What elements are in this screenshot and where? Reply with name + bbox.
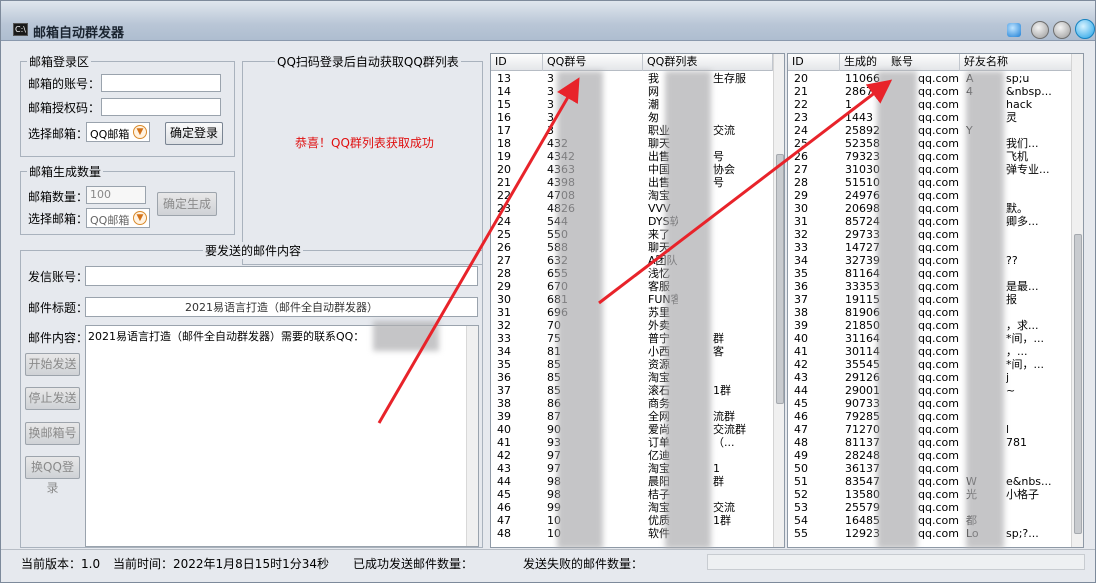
sent-count-text: 已成功发送邮件数量： (353, 557, 474, 571)
current-time-text: 当前时间：2022年1月8日15时1分34秒 (113, 557, 329, 571)
arrow-to-group-number (377, 77, 580, 424)
failed-count-text: 发送失败的邮件数量： (523, 557, 644, 571)
status-progress (707, 554, 1085, 570)
annotation-arrows (377, 77, 893, 424)
version-text: 当前版本：1.0 (21, 557, 101, 571)
status-bar: 当前版本：1.0 当前时间：2022年1月8日15时1分34秒 已成功发送邮件数… (1, 549, 1095, 574)
arrow-to-email-column (598, 79, 893, 305)
app-window: C:\ 邮箱自动群发器 邮箱登录区 邮箱的账号： 邮箱授权码： 选择邮箱： QQ… (0, 0, 1096, 583)
